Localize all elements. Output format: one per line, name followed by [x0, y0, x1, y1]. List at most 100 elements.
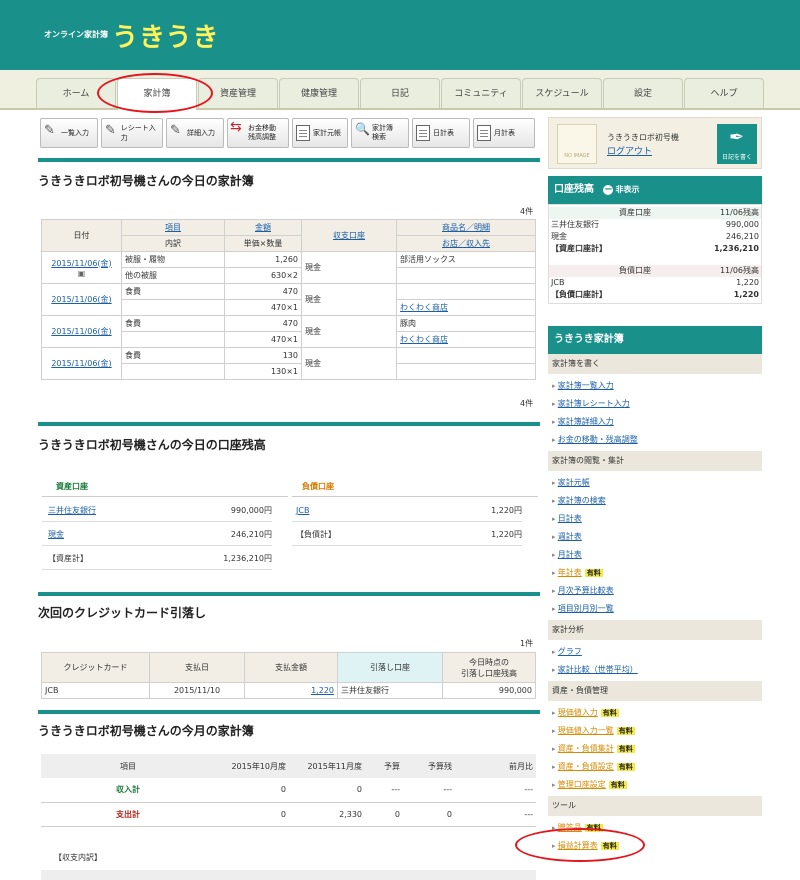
liability-account-link[interactable]: JCB — [296, 500, 309, 522]
tab-assets[interactable]: 資産管理 — [198, 78, 278, 108]
cell: --- — [524, 809, 533, 819]
detail-input-button[interactable]: 詳細入力 — [166, 118, 224, 148]
list-input-button[interactable]: 一覧入力 — [40, 118, 98, 148]
col-store-sort[interactable]: お店／収入先 — [442, 239, 490, 248]
balance-title: うきうきロボ初号機さんの今日の口座残高 — [38, 438, 266, 452]
sidebar-item[interactable]: 資産・負債設定有料 — [548, 758, 762, 776]
table-row: 2015/11/06(金) 食費 470 現金 — [41, 283, 536, 316]
col-debit-balance: 今日時点の 引落し口座残高 — [442, 652, 536, 683]
card-name: JCB — [41, 682, 150, 699]
sidebar-item[interactable]: グラフ — [548, 643, 762, 661]
tab-community[interactable]: コミュニティ — [441, 78, 521, 108]
account-name: 三井住友銀行 — [551, 220, 599, 229]
tab-diary[interactable]: 日記 — [360, 78, 440, 108]
tab-schedule[interactable]: スケジュール — [522, 78, 602, 108]
sidebar-item[interactable]: 日計表 — [548, 510, 762, 528]
asset-total-value: 1,236,210円 — [223, 554, 272, 563]
debit-balance: 990,000 — [442, 682, 536, 699]
sidebar-item[interactable]: 家計簿一覧入力 — [548, 377, 762, 395]
col-detail: 内訳 — [121, 235, 225, 252]
asset-account-link[interactable]: 現金 — [48, 524, 64, 546]
daily-sheet-icon — [416, 125, 430, 141]
col-account-sort[interactable]: 収支口座 — [333, 231, 365, 240]
entry-date-link[interactable]: 2015/11/06(金) — [51, 359, 111, 368]
pay-amount-link[interactable]: 1,220 — [311, 686, 334, 695]
paid-badge: 有料 — [584, 569, 603, 577]
sidebar-item[interactable]: 資産・負債集計有料 — [548, 740, 762, 758]
col-budget-left: 予算残 — [428, 761, 452, 771]
sidebar-item-label: 家計簿の検索 — [557, 496, 606, 505]
monthly-table-button[interactable]: 月計表 — [473, 118, 535, 148]
col-item-sort[interactable]: 項目 — [165, 223, 181, 232]
asset-account-link[interactable]: 三井住友銀行 — [48, 500, 96, 522]
entry-store-link[interactable]: わくわく商店 — [400, 335, 448, 344]
entry-date-link[interactable]: 2015/11/06(金) — [51, 327, 111, 336]
account-name: 現金 — [551, 232, 567, 241]
sidebar-item[interactable]: 家計簿レシート入力 — [548, 395, 762, 413]
receipt-input-button[interactable]: レシート入力 — [101, 118, 163, 148]
liability-total-row: 【負債計】 1,220円 — [292, 524, 522, 546]
sidebar-item[interactable]: 現価値入力有料 — [548, 704, 762, 722]
tab-settings[interactable]: 設定 — [603, 78, 683, 108]
sidebar-item-label: 月計表 — [557, 550, 582, 559]
col-amount-sort[interactable]: 金額 — [255, 223, 271, 232]
credit-table: クレジットカード 支払日 支払金額 引落し口座 今日時点の 引落し口座残高 JC… — [41, 652, 536, 699]
sidebar-item[interactable]: 家計元帳 — [548, 474, 762, 492]
sidebar-item[interactable]: 現価値入力一覧有料 — [548, 722, 762, 740]
sidebar-item[interactable]: 週計表 — [548, 528, 762, 546]
receipt-icon — [105, 123, 118, 141]
sidebar-item-label: 月次予算比較表 — [557, 586, 614, 595]
money-transfer-button[interactable]: お金移動 残高調整 — [227, 118, 289, 148]
logout-link[interactable]: ログアウト — [607, 144, 652, 157]
tab-health[interactable]: 健康管理 — [279, 78, 359, 108]
cell: 0 — [446, 809, 452, 819]
income-total-label: 収入計 — [116, 785, 140, 795]
entry-date-link[interactable]: 2015/11/06(金) — [51, 295, 111, 304]
col-budget: 予算 — [384, 761, 400, 771]
entry-store-link[interactable]: わくわく商店 — [400, 303, 448, 312]
sidebar-item-label: 家計簿レシート入力 — [557, 399, 630, 408]
entry-unit: 130×1 — [224, 363, 302, 380]
memo-icon[interactable]: ▣ — [78, 269, 86, 278]
cell: 0 — [394, 809, 400, 819]
tab-help[interactable]: ヘルプ — [684, 78, 764, 108]
sidebar-item[interactable]: 家計比較（世帯平均） — [548, 661, 762, 679]
today-table: 日付 項目 金額 収支口座 商品名／明細 内訳 単価×数量 お店／収入先 201… — [41, 219, 536, 380]
sidebar-item[interactable]: 年計表有料 — [548, 564, 762, 582]
col-product-sort[interactable]: 商品名／明細 — [442, 223, 490, 232]
entry-account: 現金 — [301, 251, 397, 284]
paid-badge: 有料 — [608, 781, 627, 789]
ledger-button[interactable]: 家計元帳 — [292, 118, 348, 148]
tab-home[interactable]: ホーム — [36, 78, 116, 108]
sidebar-item[interactable]: 管理口座設定有料 — [548, 776, 762, 794]
col-unit: 単価×数量 — [224, 235, 302, 252]
table-row: 2015/11/06(金) ▣ 被服・履物 1,260 現金 部活用ソックス — [41, 251, 536, 284]
sidebar-item[interactable]: 家計簿詳細入力 — [548, 413, 762, 431]
sidebar-item[interactable]: 損益計算表有料 — [548, 837, 762, 855]
sidebar-item[interactable]: 月次予算比較表 — [548, 582, 762, 600]
section-divider — [38, 592, 540, 596]
sidebar-item-label: 損益計算表 — [557, 841, 598, 850]
hide-toggle[interactable]: − 非表示 — [603, 176, 639, 204]
sidebar-category: 資産・負債管理 — [548, 681, 762, 701]
daily-table-button[interactable]: 日計表 — [412, 118, 470, 148]
account-name: JCB — [551, 278, 565, 287]
balance-row: 現金 246,210 — [549, 231, 761, 243]
sidebar-item-label: グラフ — [557, 647, 582, 656]
sidebar-category: 家計分析 — [548, 620, 762, 640]
today-count-bottom: 4件 — [520, 399, 534, 408]
write-diary-button[interactable]: ✒ 日記を書く — [717, 124, 757, 164]
tab-household-book[interactable]: 家計簿 — [117, 78, 197, 110]
sidebar-item[interactable]: お金の移動・残高調整 — [548, 431, 762, 449]
sidebar-item[interactable]: 贈答品有料 — [548, 819, 762, 837]
sidebar-item[interactable]: 家計簿の検索 — [548, 492, 762, 510]
entry-date-link[interactable]: 2015/11/06(金) — [51, 259, 111, 268]
brand-logo[interactable]: うきうき — [112, 17, 219, 54]
sidebar-item[interactable]: 項目別月別一覧 — [548, 600, 762, 618]
sidebar-balance-title: 口座残高 — [554, 184, 594, 195]
entry-amount: 470 — [224, 315, 302, 332]
sidebar-item[interactable]: 月計表 — [548, 546, 762, 564]
search-button[interactable]: 家計簿 検索 — [351, 118, 409, 148]
credit-title: 次回のクレジットカード引落し — [38, 606, 207, 620]
cell: --- — [524, 785, 533, 795]
